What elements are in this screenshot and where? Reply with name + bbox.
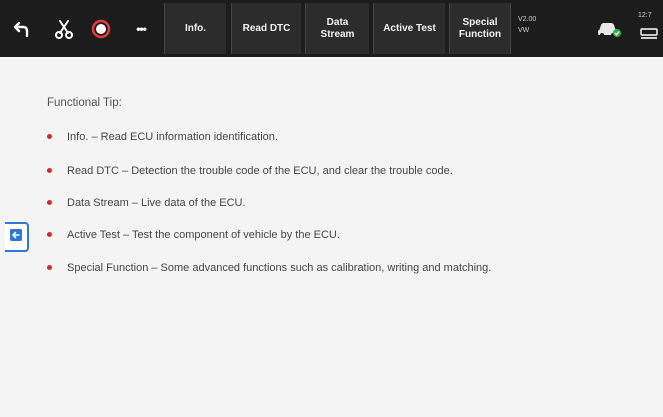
- tab-active-test[interactable]: Active Test: [373, 3, 445, 54]
- bullet-icon: [47, 133, 52, 139]
- tab-active-test-label: Active Test: [383, 22, 436, 34]
- record-icon[interactable]: [88, 0, 114, 57]
- tab-read-dtc[interactable]: Read DTC: [231, 3, 301, 54]
- tab-special-function-label: Special Function: [458, 16, 502, 40]
- tip-item-text: Active Test – Test the component of vehi…: [67, 229, 340, 241]
- bullet-icon: [47, 199, 52, 205]
- tip-item-text: Info. – Read ECU information identificat…: [67, 131, 278, 143]
- tip-item: Special Function – Some advanced functio…: [47, 262, 491, 274]
- make-label: VW: [518, 27, 530, 34]
- bullet-icon: [47, 264, 52, 270]
- more-icon[interactable]: •••: [126, 0, 156, 57]
- tip-item: Active Test – Test the component of vehi…: [47, 229, 340, 241]
- version-info: V2.00 VW: [518, 14, 536, 36]
- version-label: V2.00: [518, 16, 537, 23]
- tab-info[interactable]: Info.: [164, 3, 226, 54]
- clock: 12:7: [638, 12, 652, 19]
- tab-data-stream-label: Data Stream: [320, 16, 355, 40]
- top-toolbar: ••• Info. Read DTC Data Stream Active Te…: [0, 0, 663, 57]
- main-content: Functional Tip: Info. – Read ECU informa…: [0, 57, 663, 417]
- exit-arrow-icon: [9, 228, 23, 247]
- tip-item-text: Read DTC – Detection the trouble code of…: [67, 165, 453, 177]
- scissors-icon[interactable]: [51, 0, 77, 57]
- bullet-icon: [47, 167, 52, 173]
- tab-special-function[interactable]: Special Function: [449, 3, 511, 54]
- tip-item: Info. – Read ECU information identificat…: [47, 131, 278, 143]
- back-icon[interactable]: [10, 0, 34, 57]
- tip-item-text: Data Stream – Live data of the ECU.: [67, 197, 246, 209]
- bullet-icon: [47, 231, 52, 237]
- tip-item: Data Stream – Live data of the ECU.: [47, 197, 246, 209]
- car-connected-icon[interactable]: [592, 0, 626, 57]
- tab-info-label: Info.: [184, 22, 207, 34]
- vci-link-icon: [638, 24, 660, 44]
- tip-item-text: Special Function – Some advanced functio…: [67, 262, 492, 274]
- exit-side-button[interactable]: [5, 222, 29, 252]
- tip-title: Functional Tip:: [47, 97, 122, 109]
- tip-item: Read DTC – Detection the trouble code of…: [47, 165, 453, 177]
- tab-read-dtc-label: Read DTC: [242, 22, 291, 34]
- tab-data-stream[interactable]: Data Stream: [305, 3, 369, 54]
